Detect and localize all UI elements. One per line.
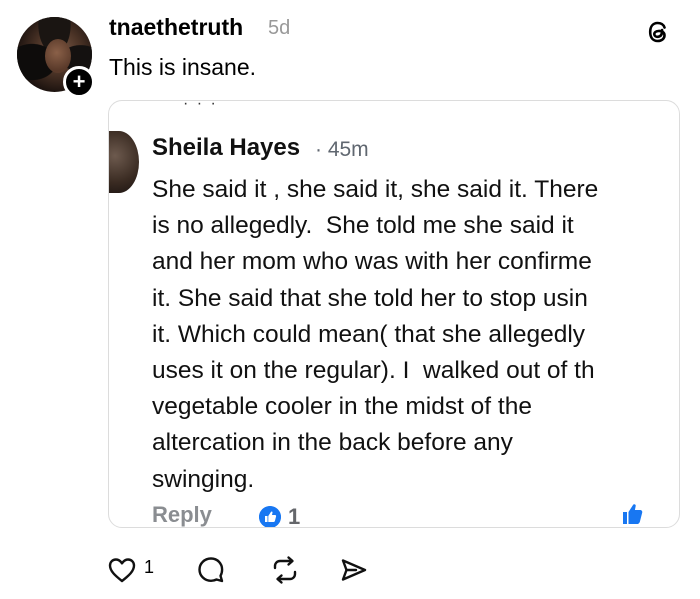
embedded-screenshot-card[interactable]: · · · Sheila Hayes · 45m She said it , s… (108, 100, 680, 528)
comment-line: uses it on the regular). I walked out of… (152, 357, 595, 385)
author-username[interactable]: tnaethetruth (109, 14, 243, 41)
avatar-face (45, 39, 71, 73)
comment-time: · 45m (315, 138, 369, 161)
comment-line: altercation in the back before any (152, 429, 513, 457)
cropped-dots: · · · (183, 100, 218, 112)
comment-line: vegetable cooler in the midst of the (152, 393, 532, 421)
threads-logo-icon[interactable] (643, 17, 673, 47)
comment-line: She said it , she said it, she said it. … (152, 176, 599, 203)
comment-reply-label: Reply (152, 502, 212, 527)
comment-line: it. She said that she told her to stop u… (152, 284, 588, 312)
commenter-avatar (109, 131, 139, 193)
post-text: This is insane. (109, 54, 257, 80)
comment-body: She said it , she said it, she said it. … (152, 172, 679, 498)
follow-button[interactable]: + (63, 66, 95, 98)
share-icon[interactable] (339, 556, 369, 584)
comment-line: swinging. (152, 465, 255, 493)
like-thumb-icon (623, 504, 643, 524)
post-time: 5d (268, 17, 291, 39)
repost-icon[interactable] (270, 555, 300, 585)
comment-icon[interactable] (196, 555, 226, 585)
comment-like-count: 1 (288, 504, 301, 528)
heart-icon[interactable] (107, 556, 137, 584)
post-like-count: 1 (144, 557, 155, 577)
like-badge-icon (259, 506, 281, 527)
commenter-name: Sheila Hayes (152, 134, 301, 161)
comment-line: is no allegedly. She told me she said it (152, 212, 574, 240)
comment-line: and her mom who was with her confirme (152, 248, 592, 276)
comment-line: it. Which could mean( that she allegedly (152, 320, 586, 348)
